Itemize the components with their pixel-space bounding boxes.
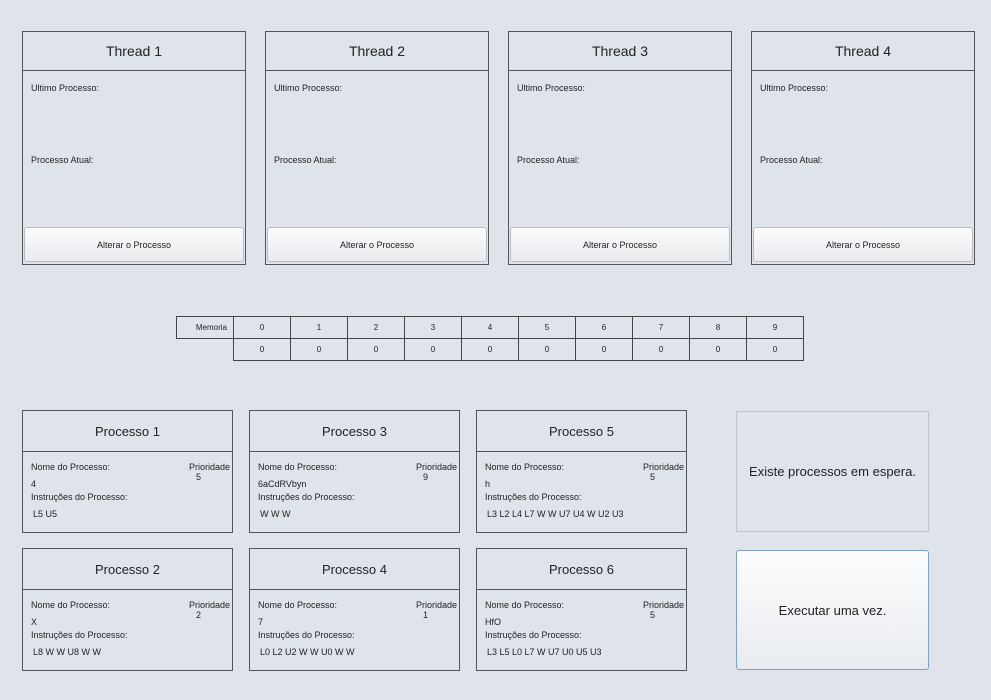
instructions-value: L3 L5 L0 L7 W U7 U0 U5 U3 (487, 647, 602, 657)
memory-value-row: 0 0 0 0 0 0 0 0 0 0 (177, 338, 804, 361)
current-process-label: Processo Atual: (274, 155, 337, 165)
process-name-value: X (31, 617, 38, 627)
thread-title: Thread 4 (752, 32, 974, 71)
process-panel-2: Processo 2 Nome do Processo: Prioridade … (22, 548, 233, 671)
last-process-label: Ultimo Processo: (274, 83, 343, 93)
thread-panel-3: Thread 3 Ultimo Processo: Processo Atual… (508, 31, 732, 265)
priority-label: Prioridade (188, 462, 230, 472)
process-name-value: 6aCdRVbyn (258, 479, 307, 489)
current-process-label: Processo Atual: (517, 155, 580, 165)
process-name-label: Nome do Processo: (31, 600, 111, 610)
process-panel-5: Processo 5 Nome do Processo: Prioridade … (476, 410, 687, 533)
memory-index-cell: 1 (290, 316, 348, 339)
instructions-label: Instruções do Processo: (31, 630, 128, 640)
last-process-label: Ultimo Processo: (517, 83, 586, 93)
process-title: Processo 4 (250, 549, 459, 590)
thread-panel-2: Thread 2 Ultimo Processo: Processo Atual… (265, 31, 489, 265)
instructions-value: L5 U5 (33, 509, 58, 519)
priority-value: 9 (422, 472, 428, 482)
change-process-button[interactable]: Alterar o Processo (24, 227, 244, 262)
priority-label: Prioridade (642, 462, 684, 472)
process-name-value: 4 (31, 479, 37, 489)
memory-value-cell: 0 (746, 338, 804, 361)
process-name-label: Nome do Processo: (258, 462, 338, 472)
status-message: Existe processos em espera. (736, 411, 929, 532)
priority-value: 1 (422, 610, 428, 620)
memory-index-cell: 2 (347, 316, 405, 339)
process-name-value: 7 (258, 617, 264, 627)
memory-index-cell: 8 (689, 316, 747, 339)
process-name-value: h (485, 479, 491, 489)
memory-index-cell: 5 (518, 316, 576, 339)
current-process-label: Processo Atual: (760, 155, 823, 165)
thread-title: Thread 2 (266, 32, 488, 71)
memory-label: Memoria (176, 316, 234, 339)
memory-index-cell: 9 (746, 316, 804, 339)
instructions-value: L8 W W U8 W W (33, 647, 101, 657)
memory-value-cell: 0 (461, 338, 519, 361)
memory-index-cell: 4 (461, 316, 519, 339)
priority-label: Prioridade (642, 600, 684, 610)
process-title: Processo 3 (250, 411, 459, 452)
memory-value-cell: 0 (632, 338, 690, 361)
process-panel-4: Processo 4 Nome do Processo: Prioridade … (249, 548, 460, 671)
process-title: Processo 6 (477, 549, 686, 590)
change-process-button[interactable]: Alterar o Processo (267, 227, 487, 262)
memory-value-cell: 0 (518, 338, 576, 361)
instructions-value: L3 L2 L4 L7 W W U7 U4 W U2 U3 (487, 509, 624, 519)
current-process-label: Processo Atual: (31, 155, 94, 165)
memory-index-row: Memoria 0 1 2 3 4 5 6 7 8 9 (176, 316, 804, 339)
run-once-button[interactable]: Executar uma vez. (736, 550, 929, 670)
memory-empty-cell (177, 339, 234, 361)
priority-label: Prioridade (188, 600, 230, 610)
memory-value-cell: 0 (347, 338, 405, 361)
process-panel-1: Processo 1 Nome do Processo: Prioridade … (22, 410, 233, 533)
memory-value-cell: 0 (233, 338, 291, 361)
thread-title: Thread 1 (23, 32, 245, 71)
last-process-label: Ultimo Processo: (31, 83, 100, 93)
process-name-value: HfO (485, 617, 502, 627)
change-process-button[interactable]: Alterar o Processo (753, 227, 973, 262)
thread-title: Thread 3 (509, 32, 731, 71)
instructions-value: L0 L2 U2 W W U0 W W (260, 647, 355, 657)
priority-label: Prioridade (415, 462, 457, 472)
process-panel-6: Processo 6 Nome do Processo: Prioridade … (476, 548, 687, 671)
change-process-button[interactable]: Alterar o Processo (510, 227, 730, 262)
instructions-label: Instruções do Processo: (31, 492, 128, 502)
memory-value-cell: 0 (404, 338, 462, 361)
memory-index-cell: 6 (575, 316, 633, 339)
priority-value: 5 (649, 472, 655, 482)
thread-panel-4: Thread 4 Ultimo Processo: Processo Atual… (751, 31, 975, 265)
process-name-label: Nome do Processo: (31, 462, 111, 472)
memory-index-cell: 3 (404, 316, 462, 339)
last-process-label: Ultimo Processo: (760, 83, 829, 93)
priority-value: 5 (195, 472, 201, 482)
instructions-label: Instruções do Processo: (258, 492, 355, 502)
process-title: Processo 1 (23, 411, 232, 452)
priority-label: Prioridade (415, 600, 457, 610)
thread-panel-1: Thread 1 Ultimo Processo: Processo Atual… (22, 31, 246, 265)
process-name-label: Nome do Processo: (485, 600, 565, 610)
instructions-label: Instruções do Processo: (485, 630, 582, 640)
process-name-label: Nome do Processo: (258, 600, 338, 610)
process-name-label: Nome do Processo: (485, 462, 565, 472)
instructions-label: Instruções do Processo: (258, 630, 355, 640)
instructions-label: Instruções do Processo: (485, 492, 582, 502)
memory-value-cell: 0 (290, 338, 348, 361)
process-title: Processo 2 (23, 549, 232, 590)
memory-value-cell: 0 (575, 338, 633, 361)
priority-value: 5 (649, 610, 655, 620)
memory-index-cell: 7 (632, 316, 690, 339)
memory-value-cell: 0 (689, 338, 747, 361)
process-title: Processo 5 (477, 411, 686, 452)
memory-index-cell: 0 (233, 316, 291, 339)
memory-table: Memoria 0 1 2 3 4 5 6 7 8 9 0 0 0 0 0 0 … (176, 316, 804, 361)
priority-value: 2 (195, 610, 201, 620)
process-panel-3: Processo 3 Nome do Processo: Prioridade … (249, 410, 460, 533)
instructions-value: W W W (260, 509, 291, 519)
